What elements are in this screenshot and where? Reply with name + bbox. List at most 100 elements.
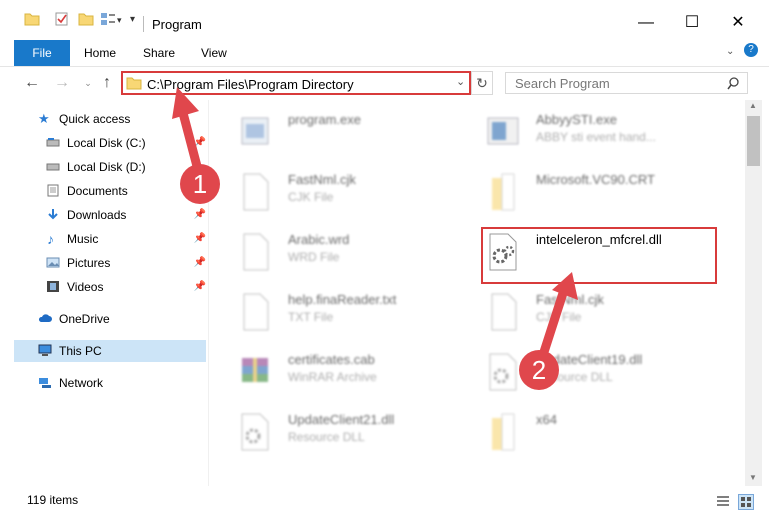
expand-ribbon-icon[interactable]: ⌄ [726, 46, 734, 57]
sidebar-item-pictures[interactable]: Pictures 📌 [46, 252, 206, 274]
file-item[interactable]: help.finaReader.txt TXT File [224, 284, 464, 340]
file-name: Arabic.wrd [288, 232, 350, 247]
back-arrow-icon[interactable]: ← [22, 73, 42, 93]
file-name: x64 [536, 412, 557, 427]
file-item[interactable]: Arabic.wrd WRD File [224, 224, 464, 280]
sidebar-item-label: Documents [67, 184, 128, 198]
maximize-button[interactable]: ☐ [669, 8, 715, 38]
sidebar-item-onedrive[interactable]: OneDrive [38, 308, 206, 330]
search-icon[interactable] [727, 77, 740, 90]
minimize-button[interactable]: — [623, 8, 669, 38]
title-bar: ▾ ▾ Program — ☐ ✕ [0, 0, 769, 40]
file-name: help.finaReader.txt [288, 292, 397, 307]
recent-locations-icon[interactable]: ⌄ [78, 73, 98, 93]
file-name: Microsoft.VC90.CRT [536, 172, 655, 187]
sidebar-item-label: Downloads [67, 208, 127, 222]
pin-icon[interactable]: 📌 [194, 252, 206, 274]
document-file-icon [243, 173, 269, 211]
large-icons-view-icon[interactable] [738, 494, 754, 510]
pin-icon[interactable]: 📌 [194, 228, 206, 250]
sidebar-item-label: Pictures [67, 256, 111, 270]
scroll-up-icon[interactable]: ▲ [749, 101, 757, 110]
customize-toolbar-icon[interactable]: ▾ [130, 14, 135, 25]
folder-icon [24, 13, 40, 26]
tab-view[interactable]: View [201, 40, 227, 66]
file-item[interactable]: UpdateClient21.dll Resource DLL [224, 404, 464, 460]
scrollbar-thumb[interactable] [747, 116, 760, 166]
tab-share[interactable]: Share [143, 40, 175, 66]
dll-file-icon [489, 353, 517, 391]
file-type: WRD File [288, 250, 340, 264]
up-arrow-icon[interactable]: ↑ [97, 73, 117, 93]
file-item[interactable]: FastNml.cjk CJK File [472, 284, 712, 340]
file-item[interactable]: AbbyySTI.exe ABBY sti event hand... [472, 104, 712, 160]
sidebar-item-this-pc[interactable]: This PC [14, 340, 206, 362]
chevron-down-icon[interactable]: ⌄ [456, 75, 465, 88]
file-item[interactable]: certificates.cab WinRAR Archive [224, 344, 464, 400]
sidebar-item-music[interactable]: ♪ Music 📌 [46, 228, 206, 250]
star-icon: ★ [38, 111, 50, 126]
document-file-icon [243, 233, 269, 271]
forward-arrow-icon[interactable]: → [52, 73, 72, 93]
download-icon [48, 209, 58, 220]
pictures-icon [46, 257, 60, 268]
folder-icon [126, 77, 142, 90]
file-item[interactable]: FastNml.cjk CJK File [224, 164, 464, 220]
file-type: WinRAR Archive [288, 370, 377, 384]
document-file-icon [491, 293, 517, 331]
highlight-box [481, 227, 717, 284]
search-box[interactable]: Search Program [505, 72, 748, 94]
exe-file-icon [487, 117, 519, 145]
file-list: program.exe AbbyySTI.exe ABBY sti event … [210, 100, 745, 486]
details-view-icon[interactable] [716, 495, 730, 507]
file-item[interactable]: program.exe [224, 104, 464, 160]
sidebar-item-label: Quick access [59, 112, 131, 126]
sidebar-item-videos[interactable]: Videos 📌 [46, 276, 206, 298]
chevron-down-icon[interactable]: ▾ [117, 15, 122, 26]
sidebar-item-label: Local Disk (D:) [67, 160, 146, 174]
drive-icon [46, 163, 60, 171]
sidebar-item-network[interactable]: Network [38, 372, 206, 394]
view-options-icon[interactable] [100, 12, 116, 26]
refresh-button[interactable]: ↻ [471, 71, 493, 95]
callout-badge-1: 1 [180, 164, 220, 204]
help-icon[interactable]: ? [744, 43, 758, 57]
tab-file[interactable]: File [14, 40, 70, 66]
properties-icon[interactable] [54, 12, 70, 26]
file-type: TXT File [288, 310, 334, 324]
scroll-down-icon[interactable]: ▼ [749, 473, 757, 482]
documents-icon [47, 184, 59, 197]
sidebar-item-label: Local Disk (C:) [67, 136, 146, 150]
item-count: 119 items [27, 493, 79, 507]
file-type: CJK File [288, 190, 334, 204]
file-name: AbbyySTI.exe [536, 112, 617, 127]
videos-icon [47, 281, 59, 292]
file-type: Resource DLL [288, 430, 365, 444]
file-item[interactable]: Microsoft.VC90.CRT [472, 164, 712, 220]
sidebar-item-label: This PC [59, 344, 102, 358]
status-bar: 119 items [0, 486, 769, 525]
file-name: FastNml.cjk [288, 172, 356, 187]
sidebar-item-label: Videos [67, 280, 104, 294]
music-icon: ♪ [47, 231, 54, 247]
file-item[interactable]: x64 [472, 404, 712, 460]
exe-file-icon [241, 117, 269, 145]
pin-icon[interactable]: 📌 [194, 204, 206, 226]
separator [143, 16, 144, 32]
close-button[interactable]: ✕ [715, 8, 761, 38]
tab-home[interactable]: Home [84, 40, 116, 66]
cloud-icon [38, 314, 52, 322]
sidebar-item-label: Music [67, 232, 99, 246]
vertical-scrollbar[interactable]: ▲ ▼ [745, 100, 762, 486]
new-folder-icon[interactable] [78, 12, 94, 26]
sidebar-item-label: OneDrive [59, 312, 110, 326]
dll-file-icon [241, 413, 269, 451]
document-file-icon [243, 293, 269, 331]
pin-icon[interactable]: 📌 [194, 276, 206, 298]
folder-icon [492, 173, 515, 211]
sidebar-item-downloads[interactable]: Downloads 📌 [46, 204, 206, 226]
folder-icon [492, 413, 515, 451]
search-input[interactable]: Search Program [515, 76, 610, 91]
file-name: certificates.cab [288, 352, 375, 367]
file-item[interactable]: UpdateClient19.dll Resource DLL [472, 344, 712, 400]
